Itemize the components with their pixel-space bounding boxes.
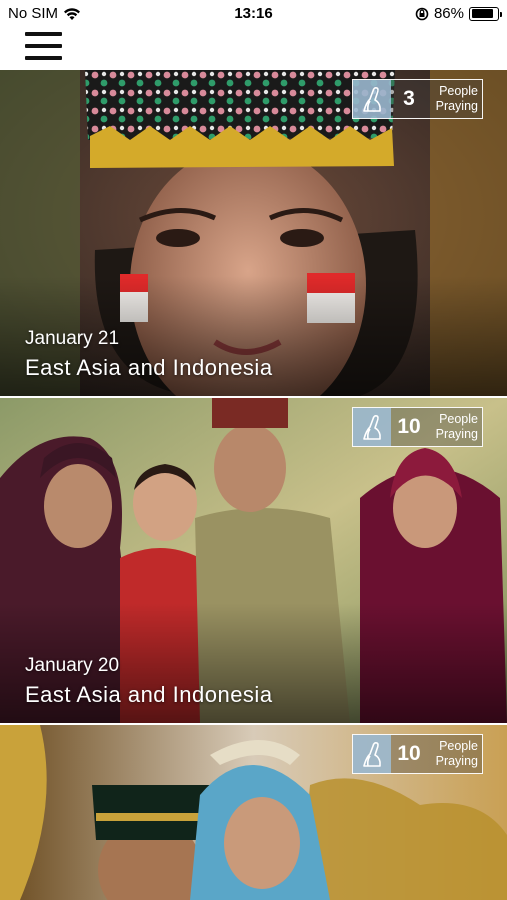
praying-hands-icon	[353, 735, 391, 773]
orientation-lock-icon	[415, 7, 429, 20]
praying-hands-icon	[353, 408, 391, 446]
prayer-card[interactable]: 10 People Praying January 20 East Asia a…	[0, 398, 507, 723]
nav-bar	[0, 26, 507, 70]
prayer-label-line1: People	[439, 412, 478, 426]
hamburger-menu-icon[interactable]	[25, 30, 63, 62]
battery-percent: 86%	[433, 5, 464, 22]
prayer-label-line2: Praying	[435, 99, 478, 113]
status-right: 86%	[415, 5, 502, 22]
prayer-count-badge[interactable]: 10 People Praying	[352, 407, 483, 447]
prayer-label-line1: People	[439, 84, 478, 98]
prayer-count-badge[interactable]: 3 People Praying	[352, 79, 483, 119]
card-date: January 20	[25, 655, 120, 676]
card-title: East Asia and Indonesia	[25, 682, 273, 707]
card-title: East Asia and Indonesia	[25, 355, 273, 380]
prayer-count-badge[interactable]: 10 People Praying	[352, 734, 483, 774]
battery-level-fill	[471, 9, 493, 18]
prayer-count: 10	[397, 742, 421, 765]
status-bar: No SIM 13:16 86%	[0, 0, 507, 26]
card-date: January 21	[25, 328, 120, 349]
prayer-label-line2: Praying	[435, 427, 478, 441]
prayer-count: 10	[397, 415, 421, 438]
prayer-feed[interactable]: 3 People Praying January 21 East Asia an…	[0, 70, 507, 900]
prayer-card[interactable]: 10 People Praying	[0, 725, 507, 900]
prayer-label: People Praying	[427, 80, 482, 118]
menu-line	[25, 32, 62, 36]
battery-icon	[469, 6, 502, 21]
menu-line	[25, 44, 62, 48]
prayer-count: 3	[403, 87, 415, 110]
prayer-label-line2: Praying	[435, 754, 478, 768]
prayer-label: People Praying	[427, 408, 482, 446]
menu-line	[25, 56, 62, 60]
prayer-label-line1: People	[439, 739, 478, 753]
praying-hands-icon	[353, 80, 391, 118]
prayer-card[interactable]: 3 People Praying January 21 East Asia an…	[0, 70, 507, 396]
prayer-label: People Praying	[427, 735, 482, 773]
